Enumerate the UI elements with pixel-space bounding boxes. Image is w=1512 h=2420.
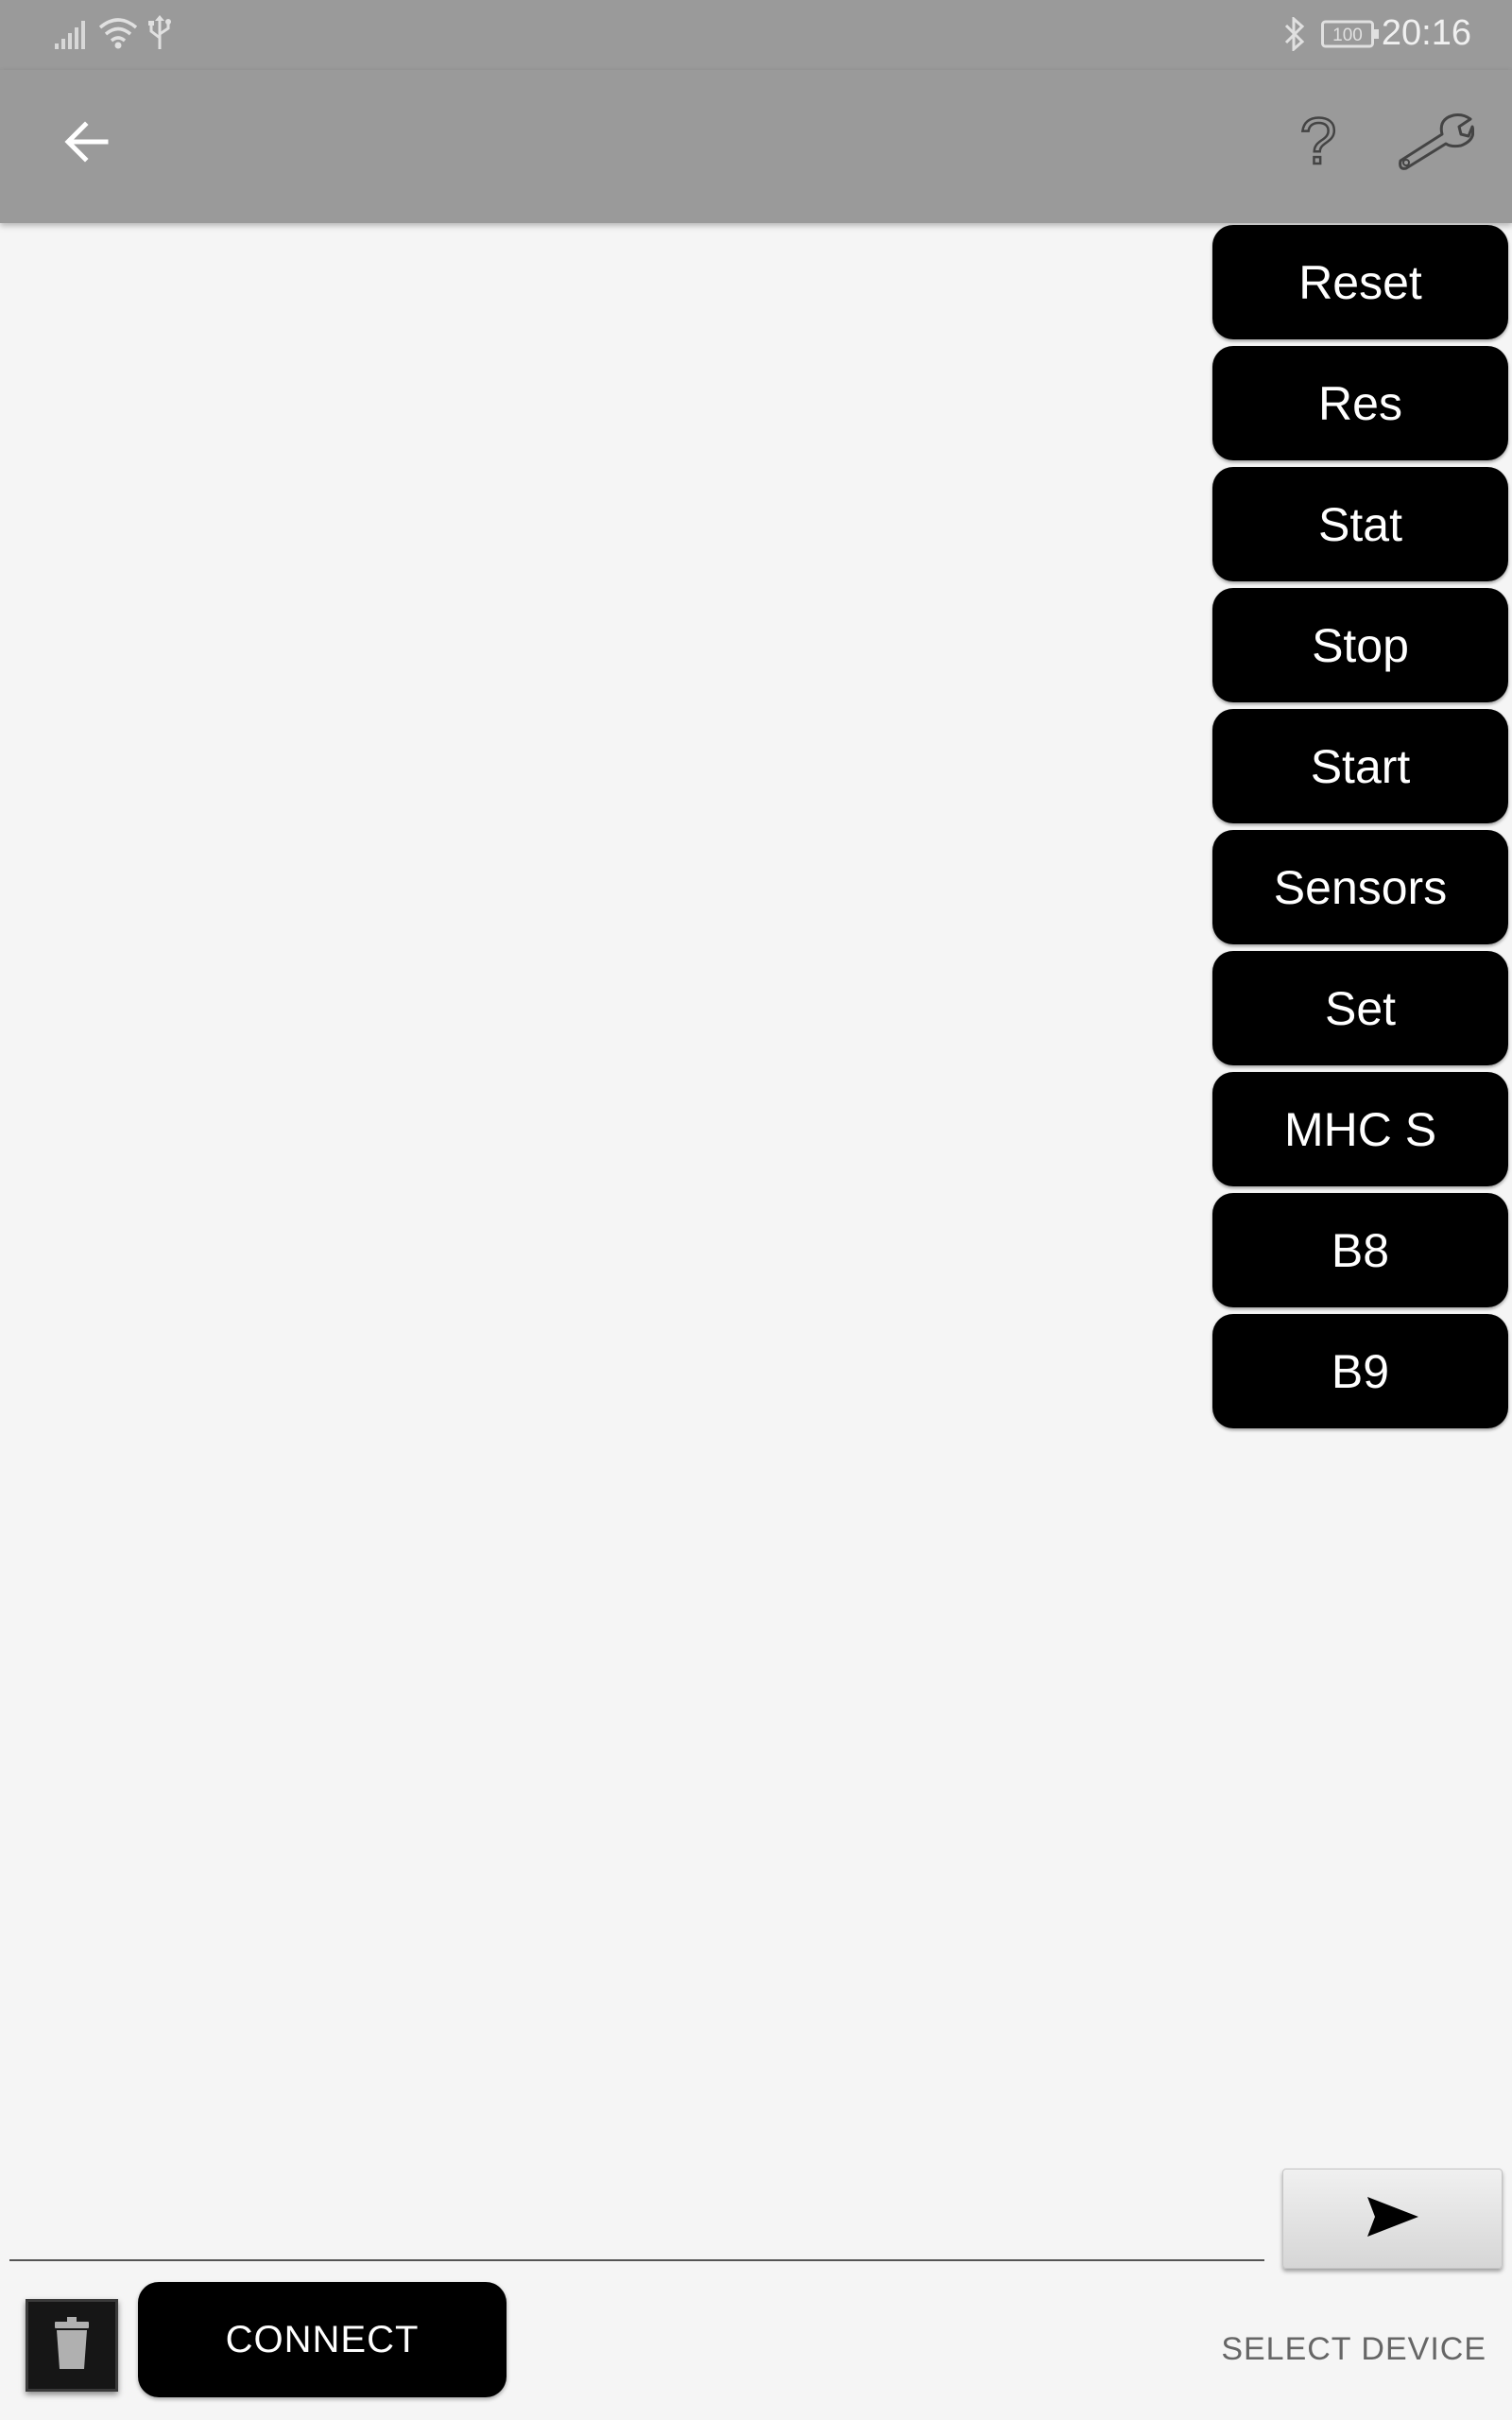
command-button-res[interactable]: Res [1212, 346, 1508, 460]
command-button-sensors[interactable]: Sensors [1212, 830, 1508, 944]
send-button[interactable] [1282, 2169, 1503, 2269]
command-button-b9[interactable]: B9 [1212, 1314, 1508, 1428]
command-button-start[interactable]: Start [1212, 709, 1508, 823]
command-button-stop[interactable]: Stop [1212, 588, 1508, 702]
command-button-mhc-s[interactable]: MHC S [1212, 1072, 1508, 1186]
message-input[interactable] [9, 2174, 1268, 2259]
battery-level-text: 100 [1332, 26, 1363, 45]
command-button-list: Reset Res Stat Stop Start Sensors Set MH… [1212, 225, 1509, 1435]
clear-button[interactable] [26, 2299, 118, 2392]
bluetooth-icon [1283, 15, 1306, 56]
wifi-icon [98, 17, 138, 54]
usb-icon [147, 15, 172, 56]
command-button-set[interactable]: Set [1212, 951, 1508, 1065]
svg-text:?: ? [1300, 111, 1337, 173]
trash-icon [53, 2316, 91, 2376]
status-time: 20:16 [1381, 13, 1471, 53]
help-icon: ? [1295, 102, 1342, 179]
command-button-reset[interactable]: Reset [1212, 225, 1508, 339]
help-button[interactable]: ? [1280, 102, 1356, 182]
status-bar: 100 20:16 [0, 0, 1512, 70]
connect-button[interactable]: CONNECT [138, 2282, 507, 2397]
battery-icon: 100 [1321, 19, 1380, 54]
message-input-underline [9, 2259, 1264, 2261]
send-icon [1366, 2195, 1420, 2243]
settings-button[interactable] [1389, 102, 1480, 185]
back-arrow-icon [64, 120, 110, 167]
wrench-icon [1395, 112, 1475, 177]
command-button-b8[interactable]: B8 [1212, 1193, 1508, 1307]
select-device-link[interactable]: SELECT DEVICE [1221, 2331, 1486, 2368]
signal-icon [55, 19, 91, 54]
command-button-stat[interactable]: Stat [1212, 467, 1508, 581]
back-button[interactable] [49, 106, 125, 182]
app-toolbar: ? [0, 70, 1512, 223]
